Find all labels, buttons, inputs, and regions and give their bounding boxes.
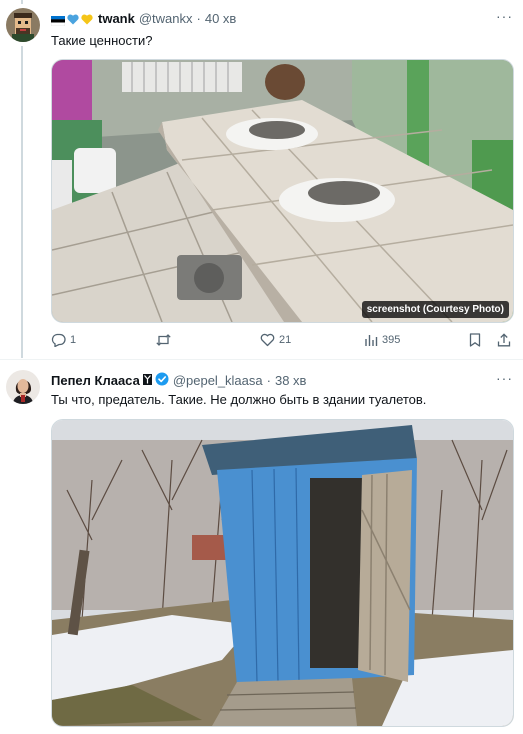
- handle[interactable]: @twankx: [139, 11, 193, 26]
- avatar[interactable]: [6, 370, 40, 404]
- share-icon: [497, 333, 511, 347]
- tweet-text: Ты что, предатель. Такие. Не должно быть…: [51, 392, 427, 407]
- retweet-button[interactable]: [155, 333, 176, 347]
- flag-icon: [142, 373, 152, 388]
- display-name[interactable]: Пепел Клааса: [51, 373, 140, 388]
- reply-count: 1: [70, 334, 77, 346]
- timestamp[interactable]: 38 хв: [275, 373, 306, 388]
- tweet-1[interactable]: twank @twankx · 40 хв ··· Такие ценности…: [0, 0, 523, 358]
- like-count: 21: [279, 334, 292, 346]
- retweet-icon: [155, 333, 172, 347]
- yellow-heart-icon: [81, 13, 93, 25]
- like-icon: [260, 333, 275, 347]
- thread-line-top: [21, 0, 23, 4]
- views-icon: [364, 333, 378, 347]
- bookmark-button[interactable]: [469, 333, 481, 347]
- tweet-actions: 1 21 395: [51, 333, 513, 349]
- tweet-text: Такие ценности?: [51, 33, 153, 48]
- more-icon[interactable]: ···: [496, 370, 513, 386]
- display-name[interactable]: twank: [98, 11, 135, 26]
- reply-button[interactable]: 1: [51, 333, 76, 347]
- views-button[interactable]: 395: [364, 333, 400, 347]
- share-button[interactable]: [497, 333, 511, 347]
- tweet-image[interactable]: screenshot (Courtesy Photo): [51, 59, 514, 323]
- tweet-header: twank @twankx · 40 хв: [50, 11, 236, 26]
- timestamp[interactable]: 40 хв: [205, 11, 236, 26]
- more-icon[interactable]: ···: [496, 8, 513, 24]
- tweet-header: Пепел Клааса @pepel_klaasa · 38 хв: [51, 372, 306, 389]
- thread-line: [21, 46, 23, 358]
- reply-icon: [51, 333, 66, 347]
- bookmark-icon: [469, 333, 481, 347]
- blue-heart-icon: [67, 13, 79, 25]
- avatar[interactable]: [6, 8, 40, 42]
- tweet-image[interactable]: [51, 419, 514, 727]
- image-caption: screenshot (Courtesy Photo): [361, 301, 509, 318]
- handle[interactable]: @pepel_klaasa: [173, 373, 263, 388]
- like-button[interactable]: 21: [260, 333, 291, 347]
- estonia-flag-icon: [50, 14, 66, 26]
- separator: ·: [266, 373, 271, 388]
- separator: ·: [196, 11, 201, 26]
- views-count: 395: [382, 334, 401, 346]
- tweet-2[interactable]: Пепел Клааса @pepel_klaasa · 38 хв ··· Т…: [0, 360, 523, 734]
- verified-icon: [155, 372, 169, 389]
